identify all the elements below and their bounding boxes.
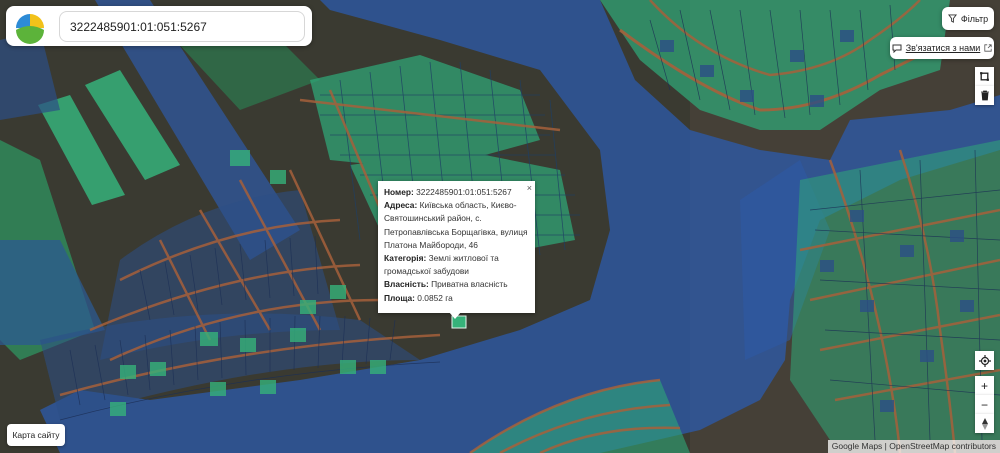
- sitemap-link[interactable]: Карта сайту: [7, 424, 65, 446]
- filter-button[interactable]: Фільтр: [942, 7, 994, 30]
- contact-label: Зв'язатися з нами: [905, 43, 981, 53]
- search-panel: [6, 6, 312, 46]
- popup-close-button[interactable]: ×: [527, 182, 532, 195]
- map-attribution[interactable]: Google Maps | OpenStreetMap contributors: [827, 440, 1000, 453]
- locate-icon: [978, 354, 991, 367]
- draw-polygon-icon: [980, 72, 989, 81]
- search-input[interactable]: [59, 11, 305, 42]
- parcel-area: 0.0852 га: [417, 292, 453, 303]
- popup-category-row: Категорія: Землі житлової та громадської…: [384, 253, 499, 277]
- parcels-right: [790, 140, 1000, 453]
- popup-area-row: Площа: 0.0852 га: [384, 292, 453, 303]
- filter-label: Фільтр: [960, 13, 989, 24]
- zoom-in-button[interactable]: +: [975, 376, 994, 395]
- parcel-popup: × Номер: 3222485901:01:051:5267 Адреса: …: [378, 181, 535, 313]
- compass-icon: [981, 417, 988, 430]
- parcel-number: 3222485901:01:051:5267: [416, 187, 512, 197]
- contact-button[interactable]: Зв'язатися з нами: [890, 37, 994, 59]
- filter-icon: [947, 14, 957, 23]
- trash-icon: [980, 90, 989, 101]
- locate-button[interactable]: [975, 351, 994, 370]
- popup-number-row: Номер: 3222485901:01:051:5267: [384, 187, 512, 197]
- compass-button[interactable]: [975, 414, 994, 433]
- popup-ownership-row: Власність: Приватна власність: [384, 279, 508, 290]
- popup-tip: [449, 312, 461, 319]
- logo-icon[interactable]: [14, 12, 46, 44]
- parcel-ownership: Приватна власність: [431, 279, 508, 290]
- external-link-icon: [984, 44, 992, 52]
- delete-button[interactable]: [975, 86, 994, 105]
- chat-icon: [892, 44, 902, 53]
- zoom-out-button[interactable]: −: [975, 395, 994, 414]
- popup-address-row: Адреса: Київська область, Києво-Святошин…: [384, 200, 528, 250]
- draw-polygon-button[interactable]: [975, 67, 994, 86]
